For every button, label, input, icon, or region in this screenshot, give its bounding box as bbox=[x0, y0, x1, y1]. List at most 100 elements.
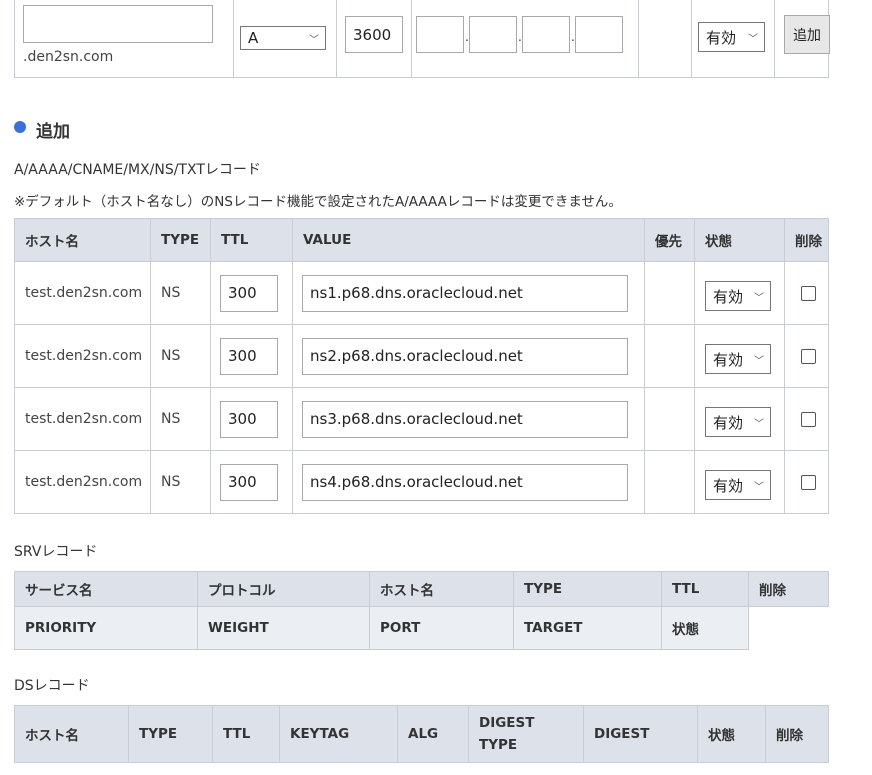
srv-header-ttl: TTL bbox=[661, 571, 749, 607]
records-note: ※デフォルト（ホスト名なし）のNSレコード機能で設定されたA/AAAAレコードは… bbox=[14, 194, 622, 210]
header-value: VALUE bbox=[292, 218, 645, 262]
srv-table: サービス名 プロトコル ホスト名 TYPE TTL 削除 PRIORITY WE… bbox=[14, 571, 829, 650]
type-select[interactable]: A ﹀ bbox=[240, 26, 326, 50]
type-cell: A ﹀ bbox=[233, 0, 337, 78]
row-ttl-input[interactable]: 300 bbox=[220, 274, 278, 312]
row-type: NS bbox=[150, 324, 211, 388]
row-host: test.den2sn.com bbox=[14, 450, 151, 514]
row-delete-checkbox[interactable] bbox=[801, 285, 816, 301]
records-header-row: ホスト名 TYPE TTL VALUE 優先 状態 削除 bbox=[14, 218, 829, 262]
ip-cell: . . . bbox=[411, 0, 639, 78]
srv-header-delete: 削除 bbox=[748, 571, 829, 607]
row-value-input[interactable]: ns2.p68.dns.oraclecloud.net bbox=[302, 337, 628, 375]
srv-header-target: TARGET bbox=[513, 606, 662, 650]
ds-table: ホスト名 TYPE TTL KEYTAG ALG DIGEST TYPE DIG… bbox=[14, 705, 829, 763]
add-button-cell: 追加 bbox=[774, 0, 830, 78]
srv-header-host: ホスト名 bbox=[369, 571, 514, 607]
header-type: TYPE bbox=[150, 218, 211, 262]
ds-header-host: ホスト名 bbox=[14, 705, 129, 763]
ttl-input[interactable]: 3600 bbox=[345, 16, 403, 53]
srv-header-type: TYPE bbox=[513, 571, 662, 607]
row-delete-checkbox[interactable] bbox=[801, 411, 816, 427]
table-row: test.den2sn.com NS 300 ns4.p68.dns.oracl… bbox=[14, 450, 829, 514]
host-cell: .den2sn.com bbox=[14, 0, 234, 78]
row-value-input[interactable]: ns3.p68.dns.oraclecloud.net bbox=[302, 400, 628, 438]
status-cell: 有効 ﹀ bbox=[691, 0, 775, 78]
header-ttl: TTL bbox=[210, 218, 293, 262]
row-status-value: 有効 bbox=[713, 476, 744, 495]
records-caption: A/AAAA/CNAME/MX/NS/TXTレコード bbox=[14, 162, 261, 178]
section-bullet-icon bbox=[14, 121, 26, 133]
ds-header-status: 状態 bbox=[697, 705, 766, 763]
ds-header-digest: DIGEST bbox=[583, 705, 698, 763]
status-select[interactable]: 有効 ﹀ bbox=[698, 22, 765, 52]
add-record-row: .den2sn.com A ﹀ 3600 . . . 有効 ﹀ 追加 bbox=[14, 0, 830, 78]
ds-header-ttl: TTL bbox=[212, 705, 280, 763]
row-host: test.den2sn.com bbox=[14, 387, 151, 451]
srv-header-status: 状態 bbox=[661, 606, 749, 650]
domain-suffix: .den2sn.com bbox=[23, 49, 114, 65]
table-row: test.den2sn.com NS 300 ns2.p68.dns.oracl… bbox=[14, 324, 829, 388]
srv-header-weight: WEIGHT bbox=[197, 606, 370, 650]
table-row: test.den2sn.com NS 300 ns3.p68.dns.oracl… bbox=[14, 387, 829, 451]
type-select-value: A bbox=[248, 29, 259, 47]
row-ttl-input[interactable]: 300 bbox=[220, 400, 278, 438]
row-value-input[interactable]: ns1.p68.dns.oraclecloud.net bbox=[302, 274, 628, 312]
ds-header-keytag: KEYTAG bbox=[279, 705, 398, 763]
chevron-down-icon: ﹀ bbox=[748, 33, 758, 45]
row-host: test.den2sn.com bbox=[14, 324, 151, 388]
ds-header-row: ホスト名 TYPE TTL KEYTAG ALG DIGEST TYPE DIG… bbox=[14, 705, 829, 763]
ip-part-1-input[interactable] bbox=[416, 16, 464, 53]
ds-header-delete: 削除 bbox=[765, 705, 829, 763]
host-input[interactable] bbox=[23, 5, 213, 43]
header-status: 状態 bbox=[694, 218, 785, 262]
srv-header-protocol: プロトコル bbox=[197, 571, 370, 607]
section-title: 追加 bbox=[36, 122, 70, 142]
row-status-select[interactable]: 有効 ﹀ bbox=[705, 281, 771, 311]
ip-part-3-input[interactable] bbox=[522, 16, 570, 53]
row-ttl-input[interactable]: 300 bbox=[220, 463, 278, 501]
ds-caption: DSレコード bbox=[14, 678, 90, 694]
row-status-select[interactable]: 有効 ﹀ bbox=[705, 344, 771, 374]
header-host: ホスト名 bbox=[14, 218, 151, 262]
row-value-input[interactable]: ns4.p68.dns.oraclecloud.net bbox=[302, 463, 628, 501]
ip-part-4-input[interactable] bbox=[575, 16, 623, 53]
status-select-value: 有効 bbox=[706, 28, 737, 47]
row-type: NS bbox=[150, 261, 211, 325]
chevron-down-icon: ﹀ bbox=[754, 418, 764, 430]
row-delete-checkbox[interactable] bbox=[801, 348, 816, 364]
row-type: NS bbox=[150, 450, 211, 514]
row-delete-checkbox[interactable] bbox=[801, 474, 816, 490]
ds-header-alg: ALG bbox=[397, 705, 469, 763]
ds-header-digest-type-line1: DIGEST bbox=[479, 715, 535, 731]
chevron-down-icon: ﹀ bbox=[754, 292, 764, 304]
row-status-value: 有効 bbox=[713, 287, 744, 306]
priority-cell bbox=[638, 0, 692, 78]
row-type: NS bbox=[150, 387, 211, 451]
srv-header-row-1: サービス名 プロトコル ホスト名 TYPE TTL 削除 bbox=[14, 571, 829, 607]
header-delete: 削除 bbox=[784, 218, 829, 262]
row-status-select[interactable]: 有効 ﹀ bbox=[705, 407, 771, 437]
header-priority: 優先 bbox=[644, 218, 695, 262]
chevron-down-icon: ﹀ bbox=[754, 481, 764, 493]
ds-header-digest-type: DIGEST TYPE bbox=[468, 705, 584, 763]
records-table: ホスト名 TYPE TTL VALUE 優先 状態 削除 test.den2sn… bbox=[14, 218, 829, 514]
srv-header-port: PORT bbox=[369, 606, 514, 650]
ds-header-type: TYPE bbox=[128, 705, 213, 763]
row-status-value: 有効 bbox=[713, 350, 744, 369]
table-row: test.den2sn.com NS 300 ns1.p68.dns.oracl… bbox=[14, 261, 829, 325]
row-status-value: 有効 bbox=[713, 413, 744, 432]
row-host: test.den2sn.com bbox=[14, 261, 151, 325]
srv-header-row-2: PRIORITY WEIGHT PORT TARGET 状態 bbox=[14, 606, 829, 650]
row-ttl-input[interactable]: 300 bbox=[220, 337, 278, 375]
srv-header-priority: PRIORITY bbox=[14, 606, 198, 650]
ip-part-2-input[interactable] bbox=[469, 16, 517, 53]
chevron-down-icon: ﹀ bbox=[754, 355, 764, 367]
add-button[interactable]: 追加 bbox=[784, 15, 830, 54]
ttl-cell: 3600 bbox=[336, 0, 412, 78]
srv-header-service: サービス名 bbox=[14, 571, 198, 607]
ds-header-digest-type-line2: TYPE bbox=[479, 737, 518, 753]
chevron-down-icon: ﹀ bbox=[309, 34, 319, 46]
srv-caption: SRVレコード bbox=[14, 544, 98, 560]
row-status-select[interactable]: 有効 ﹀ bbox=[705, 470, 771, 500]
